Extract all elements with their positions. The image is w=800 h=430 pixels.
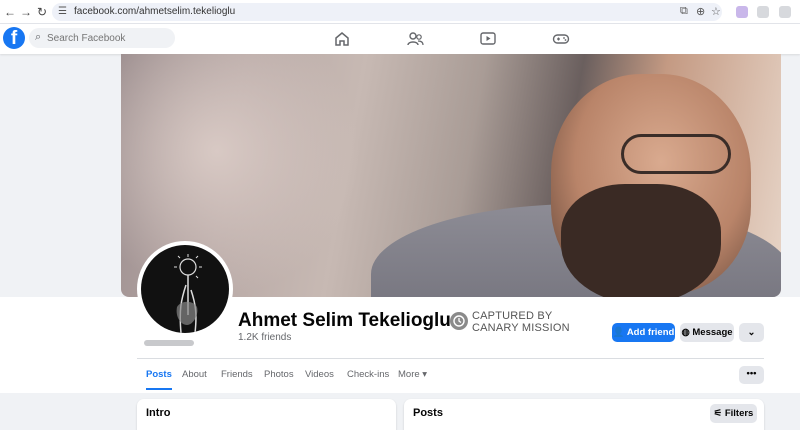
tab-friends[interactable]: Friends <box>221 362 253 390</box>
search-icon: ⌕ <box>35 31 42 43</box>
cover-beard <box>561 184 721 297</box>
search-input[interactable] <box>47 28 167 48</box>
intro-title: Intro <box>146 407 171 419</box>
site-info-icon[interactable]: ☰ <box>58 6 67 17</box>
avatar[interactable] <box>137 241 233 337</box>
filters-button[interactable]: ⚟ Filters <box>710 404 757 423</box>
reload-icon[interactable]: ↻ <box>34 4 50 20</box>
home-icon[interactable] <box>333 30 351 48</box>
blurred-text <box>144 340 194 346</box>
filters-label: Filters <box>724 408 754 419</box>
intro-card: Intro <box>137 399 396 430</box>
tab-overflow-button[interactable]: ••• <box>739 366 764 384</box>
address-bar[interactable]: ☰ facebook.com/ahmetselim.tekelioglu ⧉ ⊕… <box>52 3 722 21</box>
back-arrow-icon[interactable]: ← <box>2 4 18 20</box>
add-friend-label: Add friend <box>626 327 675 338</box>
gaming-icon[interactable] <box>552 30 570 48</box>
filters-icon: ⚟ <box>713 408 723 419</box>
tab-checkins[interactable]: Check-ins <box>347 362 389 390</box>
extension-icon[interactable] <box>757 6 769 18</box>
add-friend-button[interactable]: 👤 Add friend <box>612 323 675 342</box>
tab-videos[interactable]: Videos <box>305 362 334 390</box>
message-button[interactable]: ◍ Message <box>680 323 734 342</box>
tab-about[interactable]: About <box>182 362 207 390</box>
facebook-logo[interactable]: f <box>3 27 25 49</box>
posts-title: Posts <box>413 407 443 419</box>
messenger-icon: ◍ <box>681 327 690 338</box>
search-box[interactable]: ⌕ <box>29 28 175 48</box>
forward-arrow-icon[interactable]: → <box>18 4 34 20</box>
avatar-image <box>141 245 229 333</box>
friends-count[interactable]: 1.2K friends <box>238 332 291 343</box>
add-friend-icon: 👤 <box>612 327 625 338</box>
bookmark-star-icon[interactable]: ☆ <box>711 5 721 18</box>
browser-toolbar: ← → ↻ ☰ facebook.com/ahmetselim.tekeliog… <box>0 0 800 24</box>
message-label: Message <box>692 327 733 338</box>
watch-icon[interactable] <box>479 30 497 48</box>
tab-photos[interactable]: Photos <box>264 362 294 390</box>
posts-card: Posts ⚟ Filters <box>404 399 764 430</box>
badge-line-1: CAPTURED BY <box>472 310 553 322</box>
url-text[interactable]: facebook.com/ahmetselim.tekelioglu <box>74 6 235 17</box>
facebook-header: f ⌕ <box>0 24 800 54</box>
screen-share-icon[interactable]: ⧉ <box>680 5 688 18</box>
extension-icon[interactable] <box>736 6 748 18</box>
tab-more[interactable]: More ▾ <box>398 362 427 390</box>
zoom-icon[interactable]: ⊕ <box>696 5 705 18</box>
extension-icon[interactable] <box>779 6 791 18</box>
tab-posts[interactable]: Posts <box>146 362 172 390</box>
friends-icon[interactable] <box>406 30 424 48</box>
clock-icon <box>450 312 468 330</box>
badge-line-2: CANARY MISSION <box>472 322 570 334</box>
profile-name: Ahmet Selim Tekelioglu <box>238 310 451 331</box>
more-actions-button[interactable]: ⌄ <box>739 323 764 342</box>
divider <box>137 358 764 359</box>
cover-glasses <box>621 134 731 174</box>
